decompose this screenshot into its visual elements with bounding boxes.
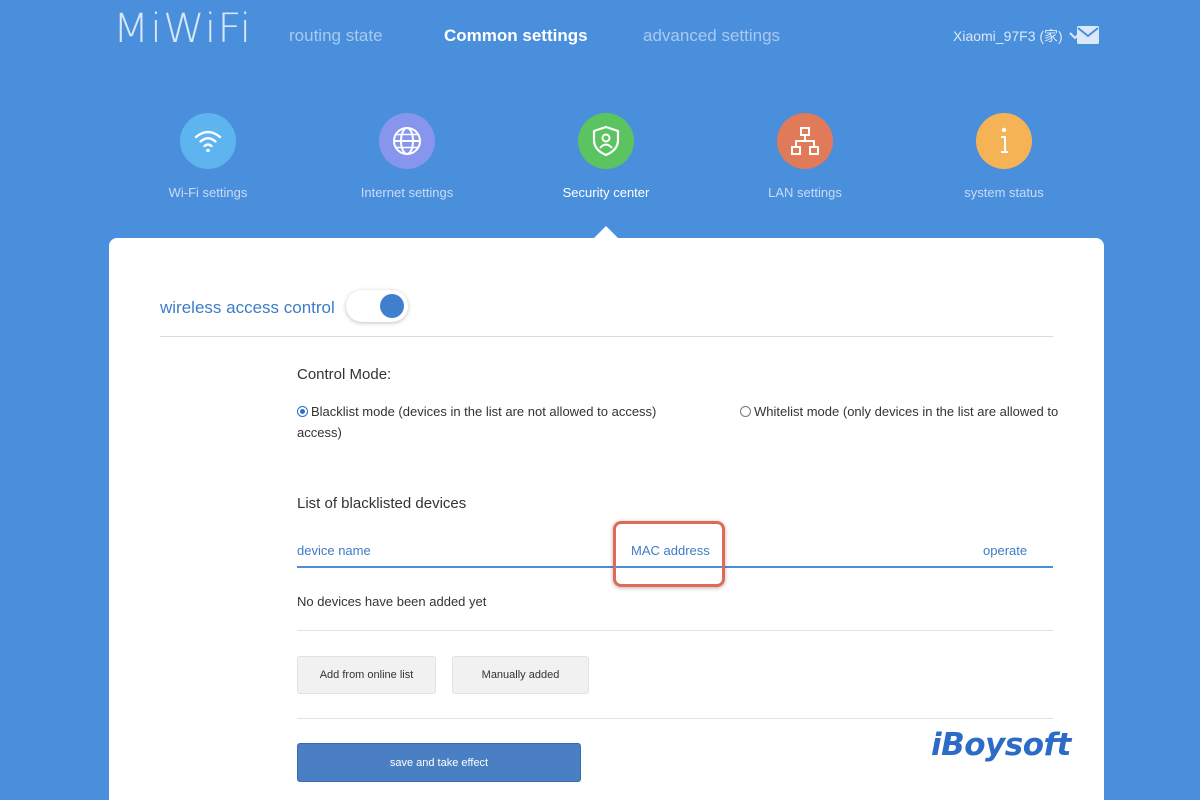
user-menu[interactable]: Xiaomi_97F3 (家) — [953, 26, 1081, 46]
category-label: Security center — [562, 185, 650, 200]
mail-icon[interactable] — [1077, 26, 1099, 44]
blacklist-mode-label: Blacklist mode (devices in the list are … — [311, 404, 657, 419]
shield-icon — [578, 113, 634, 169]
category-security-center[interactable]: Security center — [506, 113, 706, 200]
blacklist-mode-radio[interactable] — [297, 406, 308, 417]
settings-categories: Wi-Fi settings Internet settings Securit… — [0, 113, 1200, 238]
category-label: system status — [964, 185, 1044, 200]
info-icon — [976, 113, 1032, 169]
manually-added-button[interactable]: Manually added — [452, 656, 589, 694]
wireless-access-control-toggle[interactable] — [346, 290, 408, 322]
column-operate: operate — [983, 543, 1028, 558]
iboysoft-watermark: iBoysoft — [931, 727, 1071, 763]
blacklist-title: List of blacklisted devices — [297, 495, 467, 512]
security-settings-card: wireless access control Control Mode: Bl… — [109, 238, 1104, 800]
divider — [297, 718, 1053, 719]
network-icon — [777, 113, 833, 169]
active-category-pointer — [594, 226, 618, 238]
top-bar: MiWiFi routing state Common settings adv… — [0, 0, 1200, 70]
globe-icon — [379, 113, 435, 169]
category-label: Wi-Fi settings — [168, 185, 248, 200]
wifi-icon — [180, 113, 236, 169]
whitelist-mode-label: Whitelist mode (only devices in the list… — [754, 404, 1059, 419]
category-label: Internet settings — [360, 185, 454, 200]
category-system-status[interactable]: system status — [904, 113, 1104, 200]
nav-routing-state[interactable]: routing state — [289, 26, 383, 46]
category-internet-settings[interactable]: Internet settings — [307, 113, 507, 200]
miwifi-logo: MiWiFi — [113, 6, 253, 52]
toggle-knob — [380, 294, 404, 318]
wireless-access-control-label: wireless access control — [160, 298, 335, 317]
nav-advanced-settings[interactable]: advanced settings — [643, 26, 780, 46]
category-label: LAN settings — [768, 185, 842, 200]
divider — [297, 630, 1053, 631]
divider — [160, 336, 1053, 337]
category-lan-settings[interactable]: LAN settings — [705, 113, 905, 200]
nav-common-settings[interactable]: Common settings — [444, 26, 588, 46]
whitelist-mode-option[interactable]: Whitelist mode (only devices in the list… — [740, 401, 1060, 422]
category-wifi-settings[interactable]: Wi-Fi settings — [108, 113, 308, 200]
mac-address-highlight-box — [613, 521, 725, 587]
user-name: Xiaomi_97F3 (家) — [953, 28, 1063, 44]
control-mode-label: Control Mode: — [297, 366, 392, 383]
empty-list-message: No devices have been added yet — [297, 594, 487, 609]
save-and-take-effect-button[interactable]: save and take effect — [297, 743, 581, 782]
blacklist-mode-label-wrap: access) — [297, 425, 342, 440]
whitelist-mode-radio[interactable] — [740, 406, 751, 417]
add-from-online-list-button[interactable]: Add from online list — [297, 656, 436, 694]
blacklist-mode-option[interactable]: Blacklist mode (devices in the list are … — [297, 401, 677, 443]
column-device-name: device name — [297, 543, 371, 558]
